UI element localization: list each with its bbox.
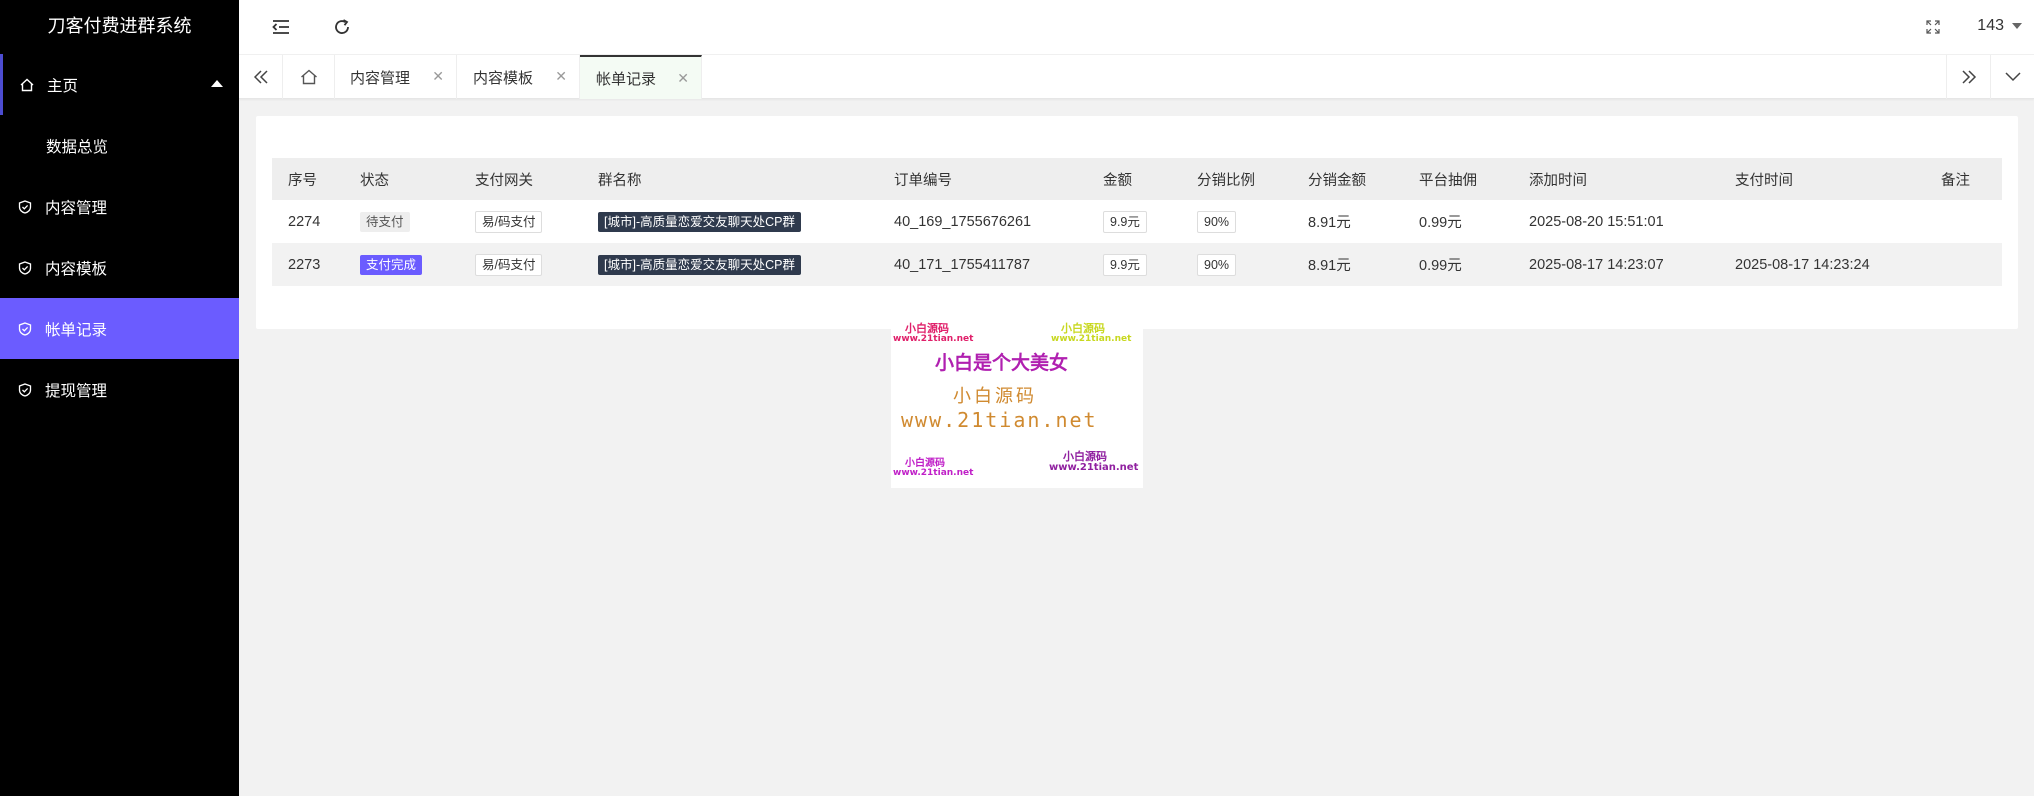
refresh-icon[interactable] [330, 15, 354, 39]
table-header-row: 序号 状态 支付网关 群名称 订单编号 金额 分销比例 分销金额 平台抽佣 添加… [272, 158, 2002, 200]
cell-added-time: 2025-08-20 15:51:01 [1529, 213, 1664, 230]
column-header[interactable]: 序号 [272, 158, 344, 200]
caret-down-icon [2012, 23, 2022, 29]
ratio-badge: 90% [1197, 253, 1237, 276]
cell-note [1925, 243, 2002, 286]
user-name: 143 [1977, 17, 2004, 34]
amount-badge: 9.9元 [1103, 253, 1147, 276]
tab-home-icon[interactable] [283, 55, 335, 99]
sidebar-item-label: 帐单记录 [45, 321, 108, 339]
watermark-text: www.21tian.net [901, 408, 1098, 432]
status-badge: 支付完成 [360, 254, 423, 275]
sidebar-item-home[interactable]: 主页 [0, 54, 239, 115]
sidebar-item-bills[interactable]: 帐单记录 [0, 298, 239, 359]
watermark-text: www.21tian.net [893, 468, 974, 478]
sidebar-item-content[interactable]: 内容管理 [0, 176, 239, 237]
sidebar: 刀客付费进群系统 主页 数据总览 内容管理 内容模板 帐单记录 提现管理 [0, 0, 239, 796]
table-row[interactable]: 2274 待支付 易/码支付 [城市]-高质量恋爱交友聊天处CP群 40_169… [272, 200, 2002, 243]
bill-records-card: 序号 状态 支付网关 群名称 订单编号 金额 分销比例 分销金额 平台抽佣 添加… [256, 116, 2018, 329]
menu-fold-icon[interactable] [269, 15, 293, 39]
cell-note [1925, 200, 2002, 243]
sidebar-subitem-overview[interactable]: 数据总览 [0, 115, 239, 176]
column-header[interactable]: 支付网关 [459, 158, 582, 200]
close-icon[interactable]: ✕ [432, 68, 444, 85]
watermark-text: www.21tian.net [893, 334, 974, 344]
app-title: 刀客付费进群系统 [47, 16, 192, 36]
user-menu[interactable]: 143 [1977, 17, 2022, 35]
gateway-badge: 易/码支付 [475, 210, 543, 233]
sidebar-item-withdraw[interactable]: 提现管理 [0, 359, 239, 420]
cell-dist-amount: 8.91元 [1292, 243, 1403, 286]
tab-bar: 内容管理 ✕ 内容模板 ✕ 帐单记录 ✕ [239, 55, 2034, 99]
sidebar-item-label: 内容管理 [45, 199, 108, 217]
cell-added-time: 2025-08-17 14:23:07 [1513, 243, 1719, 286]
sidebar-item-template[interactable]: 内容模板 [0, 237, 239, 298]
sidebar-item-label: 内容模板 [45, 260, 108, 278]
watermark-text: www.21tian.net [1049, 462, 1139, 473]
column-header[interactable]: 状态 [344, 158, 459, 200]
column-header[interactable]: 平台抽佣 [1403, 158, 1513, 200]
column-header[interactable]: 添加时间 [1513, 158, 1719, 200]
table-row[interactable]: 2273 支付完成 易/码支付 [城市]-高质量恋爱交友聊天处CP群 40_17… [272, 243, 2002, 286]
cell-paid-time: 2025-08-17 14:23:24 [1719, 243, 1925, 286]
caret-up-icon [211, 80, 223, 87]
shield-icon [18, 321, 32, 336]
watermark-text: 小白源码 [953, 386, 1037, 407]
ratio-badge: 90% [1197, 210, 1237, 233]
close-icon[interactable]: ✕ [677, 70, 689, 87]
bill-table: 序号 状态 支付网关 群名称 订单编号 金额 分销比例 分销金额 平台抽佣 添加… [272, 158, 2002, 286]
fullscreen-icon[interactable] [1921, 15, 1945, 39]
column-header[interactable]: 分销比例 [1181, 158, 1292, 200]
column-header[interactable]: 备注 [1925, 158, 2002, 200]
watermark-image: 小白源码 www.21tian.net 小白源码 www.21tian.net … [891, 318, 1143, 488]
shield-icon [18, 199, 32, 214]
watermark-text: 小白源码 [905, 458, 945, 469]
group-badge: [城市]-高质量恋爱交友聊天处CP群 [598, 254, 801, 275]
tab-label: 内容管理 [350, 69, 411, 87]
gateway-badge: 易/码支付 [475, 253, 543, 276]
home-icon [20, 78, 34, 92]
shield-icon [18, 382, 32, 397]
column-header[interactable]: 支付时间 [1719, 158, 1925, 200]
tab-label: 内容模板 [473, 69, 534, 87]
tabs-scroll-left-icon[interactable] [239, 55, 283, 99]
tab-content[interactable]: 内容管理 ✕ [335, 55, 457, 99]
cell-order: 40_169_1755676261 [894, 213, 1032, 230]
status-badge: 待支付 [360, 211, 410, 232]
column-header[interactable]: 订单编号 [878, 158, 1087, 200]
cell-commission: 0.99元 [1403, 243, 1513, 286]
cell-order: 40_171_1755411787 [878, 243, 1087, 286]
shield-icon [18, 260, 32, 275]
tabs-dropdown-icon[interactable] [1990, 55, 2034, 99]
amount-badge: 9.9元 [1103, 210, 1147, 233]
column-header[interactable]: 群名称 [582, 158, 878, 200]
group-badge: [城市]-高质量恋爱交友聊天处CP群 [598, 211, 801, 232]
cell-dist-amount: 8.91元 [1308, 215, 1351, 231]
cell-id: 2274 [288, 213, 321, 230]
cell-id: 2273 [272, 243, 344, 286]
tab-template[interactable]: 内容模板 ✕ [457, 55, 580, 99]
sidebar-item-label: 提现管理 [45, 382, 108, 400]
column-header[interactable]: 分销金额 [1292, 158, 1403, 200]
watermark-title: 小白是个大美女 [935, 352, 1069, 374]
sidebar-item-label: 主页 [47, 77, 79, 95]
watermark-text: www.21tian.net [1051, 334, 1132, 344]
cell-paid-time [1719, 200, 1925, 243]
column-header[interactable]: 金额 [1087, 158, 1181, 200]
tabs-scroll-right-icon[interactable] [1946, 55, 1990, 99]
top-header: 143 [239, 0, 2034, 55]
cell-commission: 0.99元 [1419, 215, 1462, 231]
tab-bills[interactable]: 帐单记录 ✕ [580, 55, 702, 99]
close-icon[interactable]: ✕ [555, 68, 567, 85]
tab-label: 帐单记录 [596, 70, 657, 88]
